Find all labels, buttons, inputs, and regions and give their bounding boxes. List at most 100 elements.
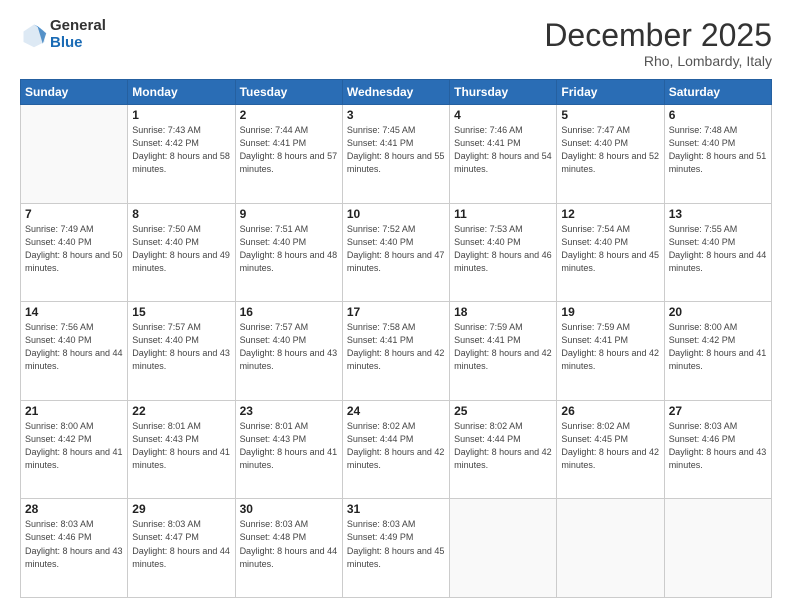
table-row: 19Sunrise: 7:59 AM Sunset: 4:41 PM Dayli…: [557, 302, 664, 401]
day-number: 1: [132, 108, 230, 122]
table-row: 17 Sunrise: 7:58 AM Sunset: 4:41 PM Dayli…: [342, 302, 449, 401]
table-row: 31 Sunrise: 8:03 AM Sunset: 4:49 PM Dayli…: [342, 499, 449, 598]
table-row: 29 Sunrise: 8:03 AM Sunset: 4:47 PM Dayli…: [128, 499, 235, 598]
day-info: Sunrise: 8:02 AM Sunset: 4:44 PM Dayligh…: [347, 420, 445, 472]
day-number: 4: [454, 108, 552, 122]
day-number: 31: [347, 502, 445, 516]
day-number: 8: [132, 207, 230, 221]
day-info: Sunrise: 8:02 AM Sunset: 4:45 PM Dayligh…: [561, 420, 659, 472]
table-row: 13Sunrise: 7:55 AM Sunset: 4:40 PM Dayli…: [664, 203, 771, 302]
day-info: Sunrise: 7:49 AM Sunset: 4:40 PM Dayligh…: [25, 223, 123, 275]
calendar-table: Sunday Monday Tuesday Wednesday Thursday…: [20, 79, 772, 598]
day-info: Sunrise: 8:03 AM Sunset: 4:48 PM Dayligh…: [240, 518, 338, 570]
day-number: 15: [132, 305, 230, 319]
calendar-week-row: 21Sunrise: 8:00 AM Sunset: 4:42 PM Dayli…: [21, 400, 772, 499]
col-tuesday: Tuesday: [235, 80, 342, 105]
table-row: 7 Sunrise: 7:49 AM Sunset: 4:40 PM Daylig…: [21, 203, 128, 302]
day-number: 16: [240, 305, 338, 319]
col-thursday: Thursday: [450, 80, 557, 105]
day-info: Sunrise: 7:55 AM Sunset: 4:40 PM Dayligh…: [669, 223, 767, 275]
day-info: Sunrise: 7:45 AM Sunset: 4:41 PM Dayligh…: [347, 124, 445, 176]
title-block: December 2025 Rho, Lombardy, Italy: [544, 18, 772, 69]
day-info: Sunrise: 7:47 AM Sunset: 4:40 PM Dayligh…: [561, 124, 659, 176]
logo-blue-text: Blue: [50, 35, 106, 52]
calendar-week-row: 1 Sunrise: 7:43 AM Sunset: 4:42 PM Daylig…: [21, 105, 772, 204]
table-row: 22Sunrise: 8:01 AM Sunset: 4:43 PM Dayli…: [128, 400, 235, 499]
table-row: 23 Sunrise: 8:01 AM Sunset: 4:43 PM Dayli…: [235, 400, 342, 499]
col-friday: Friday: [557, 80, 664, 105]
table-row: 3 Sunrise: 7:45 AM Sunset: 4:41 PM Daylig…: [342, 105, 449, 204]
day-info: Sunrise: 8:03 AM Sunset: 4:47 PM Dayligh…: [132, 518, 230, 570]
table-row: 5 Sunrise: 7:47 AM Sunset: 4:40 PM Daylig…: [557, 105, 664, 204]
day-number: 25: [454, 404, 552, 418]
day-number: 9: [240, 207, 338, 221]
table-row: 20 Sunrise: 8:00 AM Sunset: 4:42 PM Dayli…: [664, 302, 771, 401]
day-number: 24: [347, 404, 445, 418]
day-info: Sunrise: 7:53 AM Sunset: 4:40 PM Dayligh…: [454, 223, 552, 275]
day-info: Sunrise: 8:01 AM Sunset: 4:43 PM Dayligh…: [240, 420, 338, 472]
day-info: Sunrise: 8:03 AM Sunset: 4:46 PM Dayligh…: [669, 420, 767, 472]
day-info: Sunrise: 7:57 AM Sunset: 4:40 PM Dayligh…: [240, 321, 338, 373]
day-number: 3: [347, 108, 445, 122]
table-row: 10 Sunrise: 7:52 AM Sunset: 4:40 PM Dayli…: [342, 203, 449, 302]
calendar-body: 1 Sunrise: 7:43 AM Sunset: 4:42 PM Daylig…: [21, 105, 772, 598]
month-year: December 2025: [544, 18, 772, 53]
calendar-week-row: 28 Sunrise: 8:03 AM Sunset: 4:46 PM Dayli…: [21, 499, 772, 598]
col-monday: Monday: [128, 80, 235, 105]
table-row: 26 Sunrise: 8:02 AM Sunset: 4:45 PM Dayli…: [557, 400, 664, 499]
table-row: 11Sunrise: 7:53 AM Sunset: 4:40 PM Dayli…: [450, 203, 557, 302]
day-info: Sunrise: 7:44 AM Sunset: 4:41 PM Dayligh…: [240, 124, 338, 176]
day-number: 20: [669, 305, 767, 319]
table-row: 18 Sunrise: 7:59 AM Sunset: 4:41 PM Dayli…: [450, 302, 557, 401]
day-info: Sunrise: 7:57 AM Sunset: 4:40 PM Dayligh…: [132, 321, 230, 373]
calendar-week-row: 14 Sunrise: 7:56 AM Sunset: 4:40 PM Dayli…: [21, 302, 772, 401]
day-number: 10: [347, 207, 445, 221]
day-number: 14: [25, 305, 123, 319]
day-number: 29: [132, 502, 230, 516]
table-row: 16 Sunrise: 7:57 AM Sunset: 4:40 PM Dayli…: [235, 302, 342, 401]
day-number: 17: [347, 305, 445, 319]
col-sunday: Sunday: [21, 80, 128, 105]
page: General Blue December 2025 Rho, Lombardy…: [0, 0, 792, 612]
table-row: 6 Sunrise: 7:48 AM Sunset: 4:40 PM Daylig…: [664, 105, 771, 204]
day-number: 26: [561, 404, 659, 418]
table-row: 21Sunrise: 8:00 AM Sunset: 4:42 PM Dayli…: [21, 400, 128, 499]
table-row: [21, 105, 128, 204]
location: Rho, Lombardy, Italy: [544, 53, 772, 69]
day-info: Sunrise: 7:48 AM Sunset: 4:40 PM Dayligh…: [669, 124, 767, 176]
day-info: Sunrise: 8:03 AM Sunset: 4:46 PM Dayligh…: [25, 518, 123, 570]
day-number: 27: [669, 404, 767, 418]
table-row: 28 Sunrise: 8:03 AM Sunset: 4:46 PM Dayli…: [21, 499, 128, 598]
day-info: Sunrise: 7:50 AM Sunset: 4:40 PM Dayligh…: [132, 223, 230, 275]
day-info: Sunrise: 8:01 AM Sunset: 4:43 PM Dayligh…: [132, 420, 230, 472]
day-info: Sunrise: 7:56 AM Sunset: 4:40 PM Dayligh…: [25, 321, 123, 373]
day-info: Sunrise: 7:58 AM Sunset: 4:41 PM Dayligh…: [347, 321, 445, 373]
table-row: 4Sunrise: 7:46 AM Sunset: 4:41 PM Daylig…: [450, 105, 557, 204]
col-wednesday: Wednesday: [342, 80, 449, 105]
day-number: 28: [25, 502, 123, 516]
day-number: 18: [454, 305, 552, 319]
day-info: Sunrise: 7:54 AM Sunset: 4:40 PM Dayligh…: [561, 223, 659, 275]
table-row: 1 Sunrise: 7:43 AM Sunset: 4:42 PM Daylig…: [128, 105, 235, 204]
day-info: Sunrise: 7:59 AM Sunset: 4:41 PM Dayligh…: [454, 321, 552, 373]
day-info: Sunrise: 7:43 AM Sunset: 4:42 PM Dayligh…: [132, 124, 230, 176]
table-row: 27 Sunrise: 8:03 AM Sunset: 4:46 PM Dayli…: [664, 400, 771, 499]
day-number: 23: [240, 404, 338, 418]
day-info: Sunrise: 7:59 AM Sunset: 4:41 PM Dayligh…: [561, 321, 659, 373]
day-number: 5: [561, 108, 659, 122]
day-number: 12: [561, 207, 659, 221]
table-row: 15 Sunrise: 7:57 AM Sunset: 4:40 PM Dayli…: [128, 302, 235, 401]
col-saturday: Saturday: [664, 80, 771, 105]
day-number: 21: [25, 404, 123, 418]
calendar-week-row: 7 Sunrise: 7:49 AM Sunset: 4:40 PM Daylig…: [21, 203, 772, 302]
day-number: 6: [669, 108, 767, 122]
day-info: Sunrise: 8:02 AM Sunset: 4:44 PM Dayligh…: [454, 420, 552, 472]
day-info: Sunrise: 7:52 AM Sunset: 4:40 PM Dayligh…: [347, 223, 445, 275]
day-info: Sunrise: 8:00 AM Sunset: 4:42 PM Dayligh…: [669, 321, 767, 373]
day-number: 2: [240, 108, 338, 122]
table-row: 30Sunrise: 8:03 AM Sunset: 4:48 PM Dayli…: [235, 499, 342, 598]
table-row: 2 Sunrise: 7:44 AM Sunset: 4:41 PM Daylig…: [235, 105, 342, 204]
day-number: 7: [25, 207, 123, 221]
day-info: Sunrise: 8:03 AM Sunset: 4:49 PM Dayligh…: [347, 518, 445, 570]
logo-text: General Blue: [50, 18, 106, 51]
